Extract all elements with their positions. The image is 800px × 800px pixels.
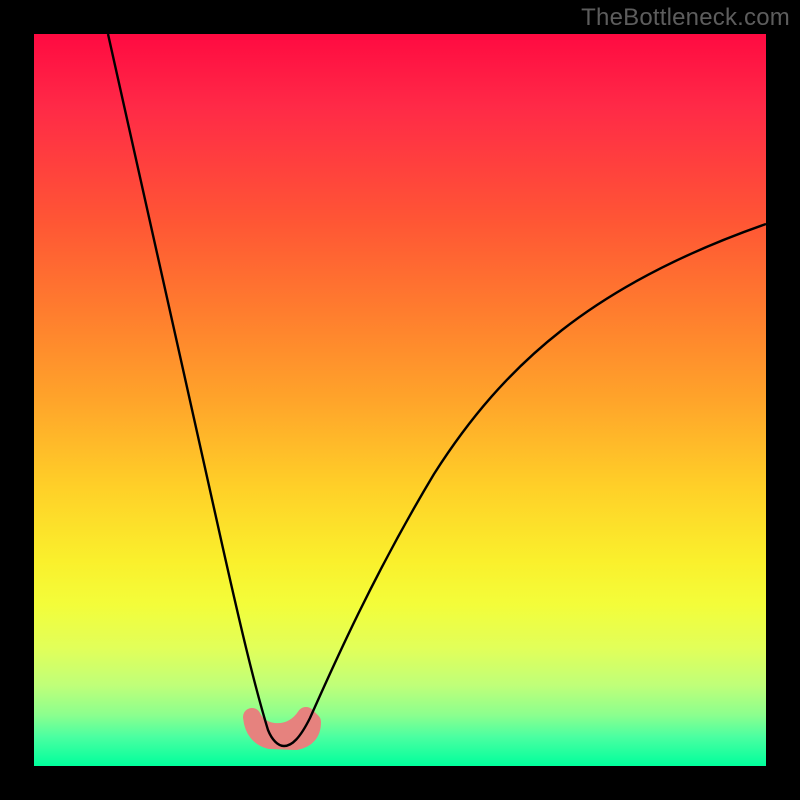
curve-layer	[34, 34, 766, 766]
curve-right-branch	[284, 224, 766, 746]
curve-left-branch	[108, 34, 284, 746]
plot-area	[34, 34, 766, 766]
chart-container: TheBottleneck.com	[0, 0, 800, 800]
watermark-text: TheBottleneck.com	[581, 4, 790, 32]
